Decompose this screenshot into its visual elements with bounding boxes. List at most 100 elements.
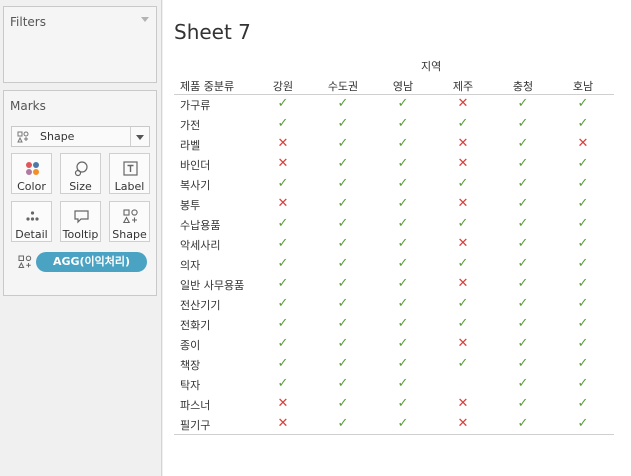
check-mark-icon[interactable]: ✓ [453,297,473,311]
check-mark-icon[interactable]: ✓ [333,217,353,231]
detail-button[interactable]: Detail [11,201,52,242]
check-mark-icon[interactable]: ✓ [273,117,293,131]
check-mark-icon[interactable]: ✓ [333,177,353,191]
cross-mark-icon[interactable]: ✕ [453,137,473,151]
check-mark-icon[interactable]: ✓ [513,237,533,251]
sheet-title[interactable]: Sheet 7 [174,20,251,44]
color-button[interactable]: Color [11,153,52,194]
check-mark-icon[interactable]: ✓ [573,377,593,391]
check-mark-icon[interactable]: ✓ [273,217,293,231]
check-mark-icon[interactable]: ✓ [393,377,413,391]
check-mark-icon[interactable]: ✓ [393,137,413,151]
cross-mark-icon[interactable]: ✕ [453,197,473,211]
cross-mark-icon[interactable]: ✕ [453,97,473,111]
check-mark-icon[interactable]: ✓ [573,417,593,431]
check-mark-icon[interactable]: ✓ [573,197,593,211]
label-button[interactable]: Label [109,153,150,194]
cross-mark-icon[interactable]: ✕ [273,137,293,151]
row-header[interactable]: 악세사리 [180,237,220,253]
cross-mark-icon[interactable]: ✕ [453,397,473,411]
check-mark-icon[interactable]: ✓ [513,97,533,111]
check-mark-icon[interactable]: ✓ [393,117,413,131]
check-mark-icon[interactable]: ✓ [273,277,293,291]
column-header[interactable]: 호남 [563,78,603,94]
column-header[interactable]: 수도권 [323,78,363,94]
check-mark-icon[interactable]: ✓ [573,257,593,271]
check-mark-icon[interactable]: ✓ [393,157,413,171]
check-mark-icon[interactable]: ✓ [573,97,593,111]
column-group-header[interactable]: 지역 [421,58,441,74]
shape-button[interactable]: Shape [109,201,150,242]
check-mark-icon[interactable]: ✓ [393,357,413,371]
row-header[interactable]: 책장 [180,357,200,373]
check-mark-icon[interactable]: ✓ [333,317,353,331]
check-mark-icon[interactable]: ✓ [453,117,473,131]
size-button[interactable]: Size [60,153,101,194]
cross-mark-icon[interactable]: ✕ [453,337,473,351]
check-mark-icon[interactable]: ✓ [333,297,353,311]
column-header[interactable]: 영남 [383,78,423,94]
check-mark-icon[interactable]: ✓ [573,157,593,171]
cross-mark-icon[interactable]: ✕ [573,137,593,151]
shape-field-pill[interactable]: AGG(이익처리) [36,252,147,272]
check-mark-icon[interactable]: ✓ [513,397,533,411]
cross-mark-icon[interactable]: ✕ [453,157,473,171]
check-mark-icon[interactable]: ✓ [573,217,593,231]
column-header[interactable]: 강원 [263,78,303,94]
check-mark-icon[interactable]: ✓ [273,177,293,191]
check-mark-icon[interactable]: ✓ [573,177,593,191]
cross-mark-icon[interactable]: ✕ [273,157,293,171]
check-mark-icon[interactable]: ✓ [393,277,413,291]
check-mark-icon[interactable]: ✓ [333,237,353,251]
check-mark-icon[interactable]: ✓ [393,217,413,231]
check-mark-icon[interactable]: ✓ [273,337,293,351]
check-mark-icon[interactable]: ✓ [393,297,413,311]
check-mark-icon[interactable]: ✓ [333,197,353,211]
check-mark-icon[interactable]: ✓ [333,117,353,131]
check-mark-icon[interactable]: ✓ [273,97,293,111]
check-mark-icon[interactable]: ✓ [573,317,593,331]
cross-mark-icon[interactable]: ✕ [453,277,473,291]
check-mark-icon[interactable]: ✓ [453,357,473,371]
filters-shelf[interactable]: Filters [3,6,157,83]
check-mark-icon[interactable]: ✓ [333,377,353,391]
check-mark-icon[interactable]: ✓ [393,317,413,331]
row-header[interactable]: 종이 [180,337,200,353]
check-mark-icon[interactable]: ✓ [393,177,413,191]
check-mark-icon[interactable]: ✓ [333,97,353,111]
row-header[interactable]: 전화기 [180,317,210,333]
check-mark-icon[interactable]: ✓ [393,197,413,211]
row-header[interactable]: 바인더 [180,157,210,173]
row-header[interactable]: 수납용품 [180,217,220,233]
check-mark-icon[interactable]: ✓ [573,237,593,251]
check-mark-icon[interactable]: ✓ [333,357,353,371]
cross-mark-icon[interactable]: ✕ [273,197,293,211]
check-mark-icon[interactable]: ✓ [333,417,353,431]
check-mark-icon[interactable]: ✓ [513,157,533,171]
check-mark-icon[interactable]: ✓ [453,177,473,191]
row-header[interactable]: 탁자 [180,377,200,393]
row-header[interactable]: 복사기 [180,177,210,193]
check-mark-icon[interactable]: ✓ [513,177,533,191]
check-mark-icon[interactable]: ✓ [573,357,593,371]
row-header[interactable]: 가전 [180,117,200,133]
cross-mark-icon[interactable]: ✕ [453,417,473,431]
check-mark-icon[interactable]: ✓ [513,217,533,231]
check-mark-icon[interactable]: ✓ [333,257,353,271]
cross-mark-icon[interactable]: ✕ [453,237,473,251]
check-mark-icon[interactable]: ✓ [513,337,533,351]
row-header[interactable]: 전산기기 [180,297,220,313]
check-mark-icon[interactable]: ✓ [573,277,593,291]
check-mark-icon[interactable]: ✓ [273,317,293,331]
row-header[interactable]: 봉투 [180,197,200,213]
filters-menu-caret-icon[interactable] [141,17,149,22]
check-mark-icon[interactable]: ✓ [273,257,293,271]
check-mark-icon[interactable]: ✓ [393,337,413,351]
check-mark-icon[interactable]: ✓ [573,117,593,131]
check-mark-icon[interactable]: ✓ [453,217,473,231]
check-mark-icon[interactable]: ✓ [273,377,293,391]
check-mark-icon[interactable]: ✓ [273,357,293,371]
tooltip-button[interactable]: Tooltip [60,201,101,242]
check-mark-icon[interactable]: ✓ [513,417,533,431]
check-mark-icon[interactable]: ✓ [513,277,533,291]
